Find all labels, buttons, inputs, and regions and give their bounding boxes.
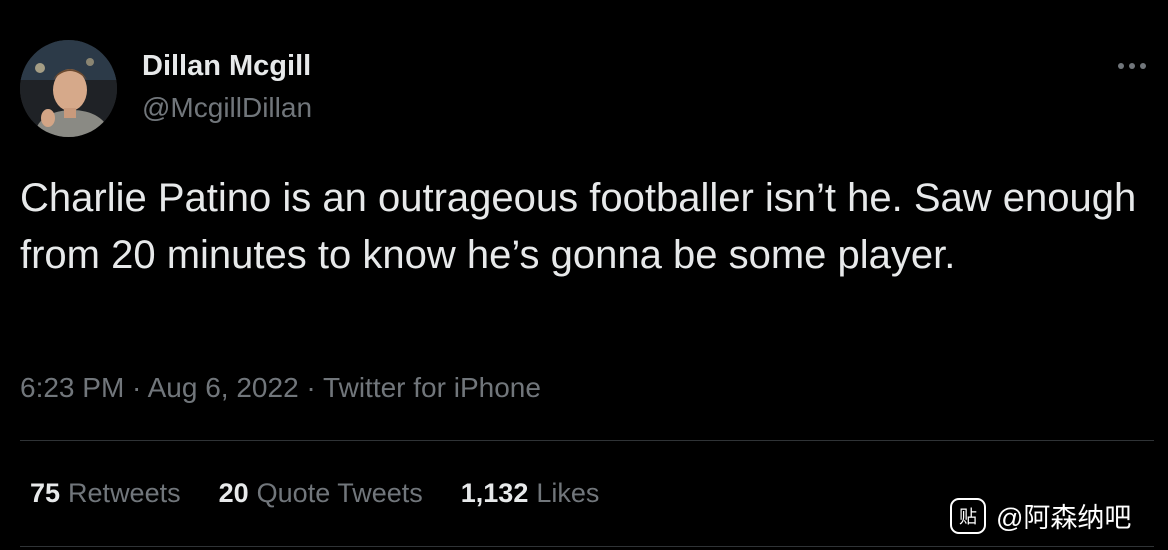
quote-tweets-stat[interactable]: 20 Quote Tweets [219,478,423,509]
quote-tweets-count: 20 [218,478,249,508]
more-options-button[interactable] [1112,52,1152,80]
likes-label: Likes [536,478,600,508]
author-handle[interactable]: @McgillDillan [142,92,312,124]
watermark: 贴 @阿森纳吧 [950,496,1131,535]
meta-separator: · [298,372,324,403]
likes-stat[interactable]: 1,132 Likes [461,478,600,509]
avatar-photo [20,40,117,137]
likes-count: 1,132 [460,478,529,508]
tieba-logo-icon: 贴 [950,497,986,534]
tweet-time[interactable]: 6:23 PM [20,372,124,403]
retweets-stat[interactable]: 75 Retweets [30,478,181,509]
author-name[interactable]: Dillan Mcgill [142,50,311,83]
avatar[interactable] [20,40,117,137]
tweet-card: Dillan Mcgill @McgillDillan Charlie Pati… [0,0,1168,550]
engagement-stats: 75 Retweets 20 Quote Tweets 1,132 Likes [30,478,637,509]
retweets-count: 75 [30,478,61,508]
more-horizontal-icon [1118,63,1146,69]
tweet-source[interactable]: Twitter for iPhone [323,372,541,403]
divider [20,440,1154,441]
meta-separator: · [124,372,148,403]
quote-tweets-label: Quote Tweets [256,478,423,508]
tweet-date[interactable]: Aug 6, 2022 [148,372,299,403]
tweet-text: Charlie Patino is an outrageous football… [20,176,1137,277]
retweets-label: Retweets [68,478,181,508]
tweet-metadata: 6:23 PM · Aug 6, 2022 · Twitter for iPho… [20,372,541,404]
watermark-text: @阿森纳吧 [996,503,1132,533]
divider [20,546,1154,547]
